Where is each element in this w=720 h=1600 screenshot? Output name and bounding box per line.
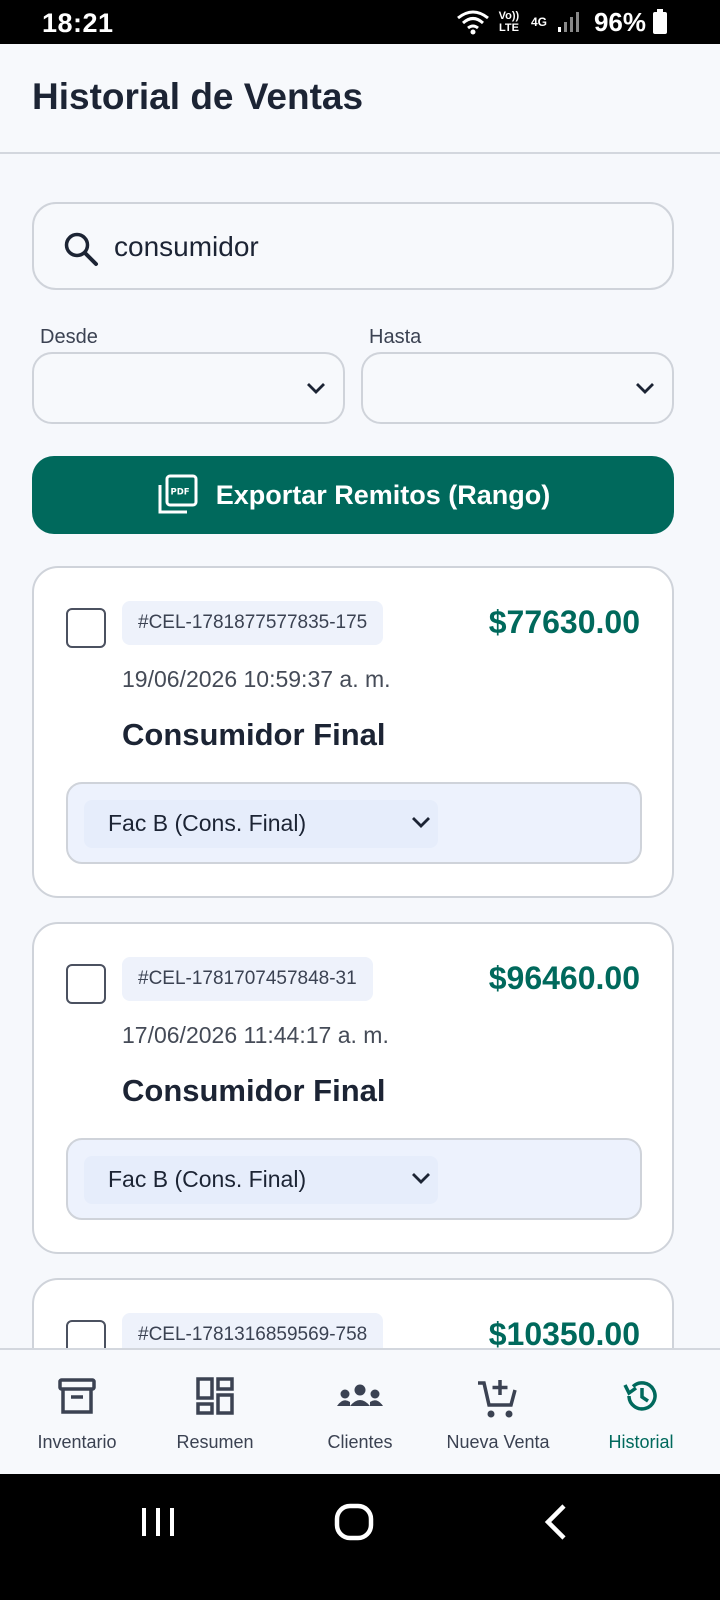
export-button-label: Exportar Remitos (Rango) — [215, 479, 551, 510]
volte-indicator: Vo)) LTE — [498, 10, 520, 34]
history-icon — [623, 1381, 657, 1411]
network-4g-indicator: 4G — [530, 15, 547, 29]
page-title: Historial de Ventas — [32, 76, 364, 117]
sale-amount: $77630.00 — [488, 604, 640, 640]
pdf-icon: PDF — [158, 474, 198, 514]
wifi-icon — [457, 10, 489, 35]
chevron-down-icon — [412, 817, 430, 828]
sale-client: Consumidor Final — [122, 717, 386, 752]
hasta-label: Hasta — [369, 326, 422, 348]
invoice-type-container: Fac B (Cons. Final) — [66, 782, 642, 864]
sale-amount: $96460.00 — [488, 960, 640, 996]
sale-card[interactable]: #CEL-1781877577835-175 $77630.00 19/06/2… — [32, 566, 674, 898]
invoice-type-select[interactable]: Fac B (Cons. Final) — [84, 1156, 438, 1204]
export-remitos-button[interactable]: PDF Exportar Remitos (Rango) — [32, 456, 674, 534]
sale-select-checkbox[interactable] — [66, 964, 106, 1004]
back-icon[interactable] — [536, 1498, 580, 1546]
app-header: Historial de Ventas — [0, 44, 720, 154]
desde-date-select[interactable] — [32, 352, 345, 424]
sale-code: #CEL-1781707457848-31 — [122, 957, 373, 1001]
sale-date: 17/06/2026 11:44:17 a. m. — [122, 1022, 389, 1048]
invoice-type-value: Fac B (Cons. Final) — [108, 810, 307, 836]
chevron-down-icon — [412, 1173, 430, 1184]
sale-card[interactable]: #CEL-1781707457848-31 $96460.00 17/06/20… — [32, 922, 674, 1254]
status-indicators: Vo)) LTE 4G 96% — [456, 6, 668, 38]
people-group-icon — [337, 1384, 383, 1406]
dashboard-grid-icon — [196, 1377, 234, 1415]
invoice-type-value: Fac B (Cons. Final) — [108, 1166, 307, 1192]
sale-select-checkbox[interactable] — [66, 608, 106, 648]
battery-percent: 96% — [593, 6, 646, 37]
chevron-down-icon — [307, 383, 325, 394]
search-value: consumidor — [114, 231, 259, 262]
nav-item-clientes[interactable]: Clientes — [288, 1350, 432, 1476]
sale-date: 19/06/2026 10:59:37 a. m. — [122, 666, 391, 692]
invoice-type-select[interactable]: Fac B (Cons. Final) — [84, 800, 438, 848]
battery-icon — [653, 9, 667, 34]
bottom-navigation: Inventario Resumen Clientes Nueva Venta … — [0, 1348, 720, 1474]
status-bar: 18:21 Vo)) LTE 4G 96% — [0, 0, 720, 44]
nav-item-resumen[interactable]: Resumen — [143, 1350, 287, 1476]
hasta-date-select[interactable] — [361, 352, 674, 424]
sale-client: Consumidor Final — [122, 1073, 386, 1108]
invoice-type-container: Fac B (Cons. Final) — [66, 1138, 642, 1220]
desde-label: Desde — [40, 326, 98, 348]
nav-label: Nueva Venta — [446, 1432, 550, 1452]
nav-item-historial[interactable]: Historial — [569, 1350, 713, 1476]
system-navigation-bar — [0, 1474, 720, 1600]
nav-item-inventario[interactable]: Inventario — [5, 1350, 149, 1476]
nav-label: Clientes — [327, 1432, 393, 1452]
nav-label: Inventario — [37, 1432, 117, 1452]
sale-code: #CEL-1781877577835-175 — [122, 601, 384, 645]
signal-icon — [557, 12, 579, 32]
archive-box-icon — [58, 1378, 96, 1414]
status-time: 18:21 — [42, 8, 114, 38]
chevron-down-icon — [636, 383, 654, 394]
svg-text:PDF: PDF — [170, 488, 189, 498]
nav-item-nueva-venta[interactable]: Nueva Venta — [426, 1350, 570, 1476]
recent-apps-icon[interactable] — [136, 1498, 180, 1546]
cart-add-icon — [478, 1380, 517, 1418]
nav-label: Historial — [608, 1432, 674, 1452]
home-icon[interactable] — [332, 1498, 376, 1546]
nav-label: Resumen — [176, 1432, 254, 1452]
search-icon — [64, 232, 98, 266]
search-input[interactable]: consumidor — [32, 202, 674, 290]
